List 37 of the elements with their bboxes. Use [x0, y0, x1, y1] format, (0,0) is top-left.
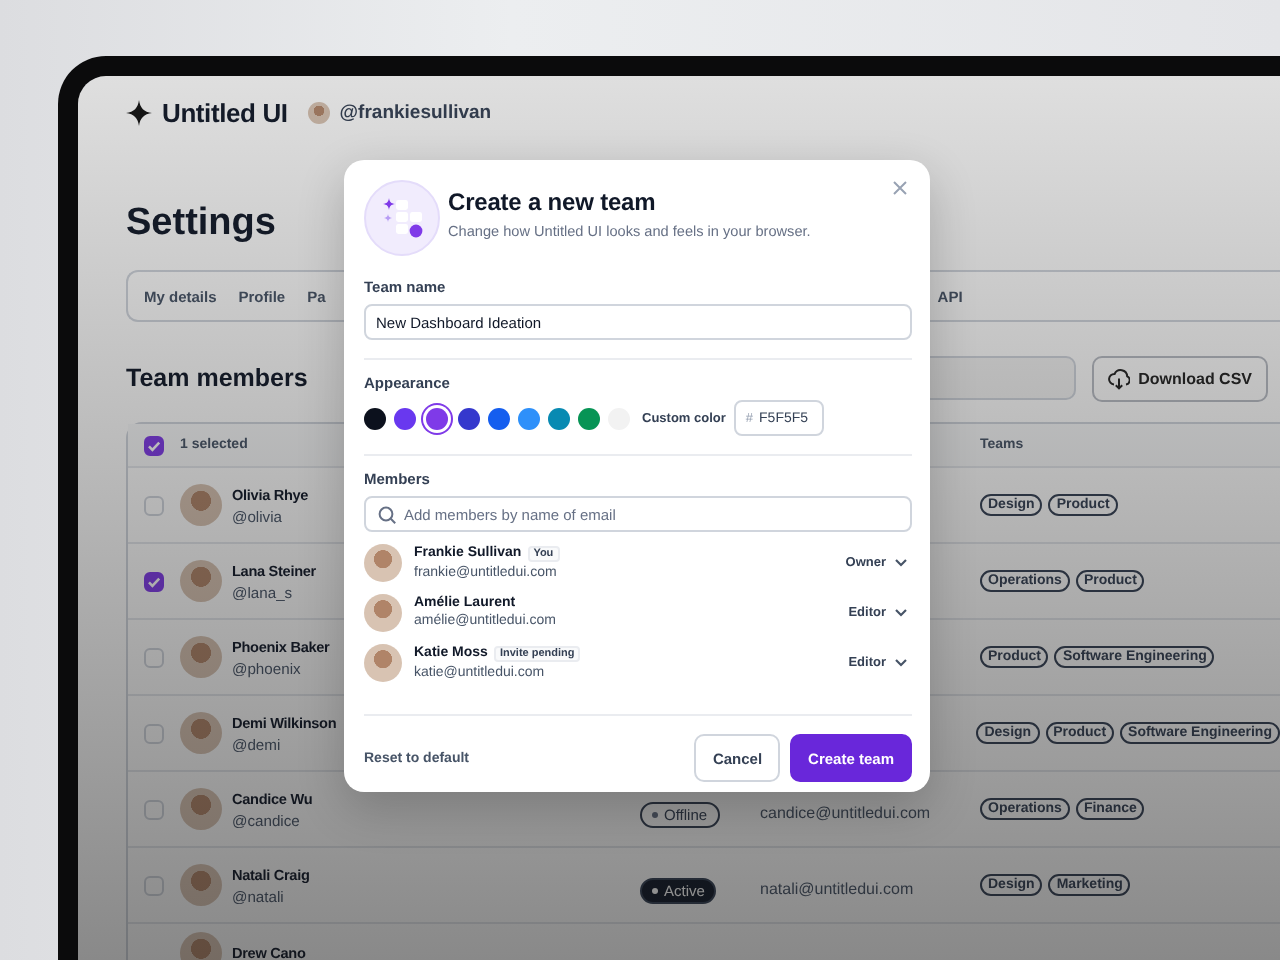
- member-email: natali@untitledui.com: [760, 879, 914, 897]
- section-title: Team members: [126, 364, 308, 392]
- avatar: [307, 101, 330, 123]
- checkbox[interactable]: [144, 435, 164, 455]
- avatar: [180, 788, 222, 830]
- color-swatch[interactable]: [548, 407, 570, 429]
- avatar: [180, 712, 222, 754]
- page-title: Settings: [126, 202, 276, 246]
- color-swatch[interactable]: [426, 407, 448, 429]
- avatar: [180, 484, 222, 526]
- cloud-download-icon: [1108, 367, 1131, 389]
- search-icon: [378, 506, 396, 524]
- color-swatch[interactable]: [488, 407, 510, 429]
- avatar: [180, 636, 222, 678]
- team-grid-sparkle-icon: [364, 180, 440, 256]
- color-swatch[interactable]: [364, 407, 386, 429]
- color-swatch[interactable]: [458, 407, 480, 429]
- download-button[interactable]: Download CSV: [1092, 355, 1268, 401]
- chevron-down-icon: [894, 657, 908, 667]
- brand-name: Untitled UI: [162, 97, 288, 127]
- close-icon: [892, 180, 908, 196]
- avatar: [180, 864, 222, 906]
- color-swatch[interactable]: [394, 407, 416, 429]
- avatar: [364, 643, 402, 681]
- username: @frankiesullivan: [339, 101, 492, 123]
- dialog-title: Create a new team: [448, 188, 658, 216]
- avatar: [364, 543, 402, 581]
- member-email: candice@untitledui.com: [760, 803, 931, 821]
- checkbox[interactable]: [144, 571, 164, 591]
- avatar: [364, 593, 402, 631]
- avatar: [180, 560, 222, 602]
- sparkle-logo-icon: [126, 99, 152, 125]
- color-swatch[interactable]: [518, 407, 540, 429]
- chevron-down-icon: [894, 607, 908, 617]
- color-swatch[interactable]: [578, 407, 600, 429]
- chevron-down-icon: [894, 557, 908, 567]
- close-button[interactable]: [888, 176, 912, 200]
